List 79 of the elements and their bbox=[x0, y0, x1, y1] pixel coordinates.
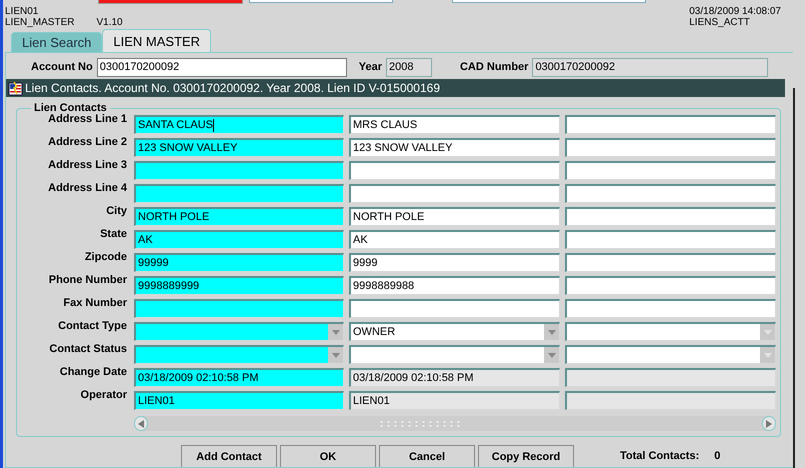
dropdown[interactable]: OWNER bbox=[349, 322, 560, 341]
input-field[interactable]: 03/18/2009 02:10:58 PM bbox=[349, 368, 560, 387]
input-field[interactable] bbox=[565, 276, 776, 295]
field-label: State bbox=[99, 228, 128, 240]
input-field[interactable] bbox=[349, 161, 560, 180]
input-field[interactable]: 03/18/2009 02:10:58 PM bbox=[134, 368, 344, 387]
input-field[interactable] bbox=[565, 184, 776, 203]
field-label: Account No bbox=[31, 61, 93, 73]
dropdown[interactable] bbox=[349, 345, 560, 364]
input-field[interactable]: NORTH POLE bbox=[134, 207, 344, 226]
scroll-right-icon[interactable] bbox=[762, 416, 776, 431]
input-field[interactable]: 9998889988 bbox=[349, 276, 560, 295]
input-field[interactable]: AK bbox=[134, 230, 344, 249]
input-field[interactable] bbox=[134, 299, 344, 318]
datetime-label: 03/18/2009 14:08:07 bbox=[689, 6, 781, 18]
form-name: LIEN_MASTER bbox=[5, 17, 74, 28]
action-button[interactable]: OK bbox=[280, 445, 376, 467]
database-name: LIENS_ACTT bbox=[689, 17, 750, 28]
user-name: LIEN01 bbox=[5, 6, 38, 18]
action-button[interactable]: Add Contact bbox=[181, 445, 277, 467]
input-field[interactable]: 9998889999 bbox=[134, 276, 344, 295]
dropdown[interactable] bbox=[565, 322, 776, 341]
input-field[interactable]: MRS CLAUS bbox=[349, 115, 560, 134]
field-label: Address Line 2 bbox=[47, 136, 128, 148]
horizontal-scrollbar[interactable] bbox=[134, 416, 776, 431]
input-field[interactable] bbox=[565, 253, 776, 272]
field-label: Phone Number bbox=[48, 274, 128, 286]
total-count: 0 bbox=[714, 450, 720, 462]
input-field[interactable] bbox=[349, 299, 560, 318]
field-label: Contact Status bbox=[48, 343, 128, 355]
dropdown[interactable] bbox=[134, 322, 344, 341]
group-legend: Lien Contacts bbox=[31, 102, 110, 114]
total-label: Total Contacts: bbox=[620, 450, 700, 462]
input-field[interactable]: 2008 bbox=[386, 58, 432, 76]
field-label: Address Line 1 bbox=[47, 113, 128, 125]
input-field[interactable] bbox=[565, 299, 776, 318]
input-field[interactable]: 0300170200092 bbox=[96, 58, 347, 76]
field-label: Address Line 4 bbox=[47, 182, 128, 194]
field-label: Fax Number bbox=[62, 297, 128, 309]
version-label: V1.10 bbox=[96, 17, 123, 28]
input-field[interactable] bbox=[565, 161, 776, 180]
input-field[interactable]: 123 SNOW VALLEY bbox=[349, 138, 560, 157]
input-field[interactable]: LIEN01 bbox=[134, 391, 344, 410]
input-field[interactable] bbox=[565, 115, 776, 134]
field-label: Operator bbox=[80, 389, 128, 401]
field-label: Address Line 3 bbox=[47, 159, 128, 171]
input-field[interactable] bbox=[565, 138, 776, 157]
panel-title: Lien Contacts. Account No. 0300170200092. Year 2008. Lien ID V-015000169 bbox=[25, 81, 440, 95]
form-icon bbox=[8, 80, 23, 96]
input-field[interactable]: NORTH POLE bbox=[349, 207, 560, 226]
toolbar-field[interactable] bbox=[249, 0, 393, 3]
input-field[interactable]: 0300170200092 bbox=[532, 58, 768, 76]
field-label: City bbox=[105, 205, 128, 217]
input-field[interactable] bbox=[134, 161, 344, 180]
action-button[interactable]: Copy Record bbox=[478, 445, 574, 467]
input-field[interactable] bbox=[134, 184, 344, 203]
tab[interactable]: Lien Search bbox=[11, 32, 102, 52]
input-field[interactable]: LIEN01 bbox=[349, 391, 560, 410]
field-label: Zipcode bbox=[84, 251, 128, 263]
field-label: Contact Type bbox=[57, 320, 128, 332]
input-field[interactable] bbox=[565, 391, 776, 410]
input-field[interactable]: 9999 bbox=[349, 253, 560, 272]
input-field[interactable]: 99999 bbox=[134, 253, 344, 272]
input-field[interactable] bbox=[565, 368, 776, 387]
action-button[interactable]: Cancel bbox=[379, 445, 475, 467]
dropdown[interactable] bbox=[134, 345, 344, 364]
input-field[interactable]: AK bbox=[349, 230, 560, 249]
input-field[interactable] bbox=[565, 207, 776, 226]
toolbar-field[interactable] bbox=[452, 0, 646, 3]
input-field[interactable]: SANTA CLAUS bbox=[134, 115, 344, 134]
input-field[interactable]: 123 SNOW VALLEY bbox=[134, 138, 344, 157]
field-label: CAD Number bbox=[460, 61, 528, 73]
field-label: Change Date bbox=[58, 366, 128, 378]
input-field[interactable] bbox=[565, 230, 776, 249]
dropdown[interactable] bbox=[565, 345, 776, 364]
field-label: Year bbox=[358, 61, 382, 73]
scroll-left-icon[interactable] bbox=[134, 416, 148, 431]
input-field[interactable] bbox=[349, 184, 560, 203]
tab[interactable]: LIEN MASTER bbox=[102, 29, 212, 52]
